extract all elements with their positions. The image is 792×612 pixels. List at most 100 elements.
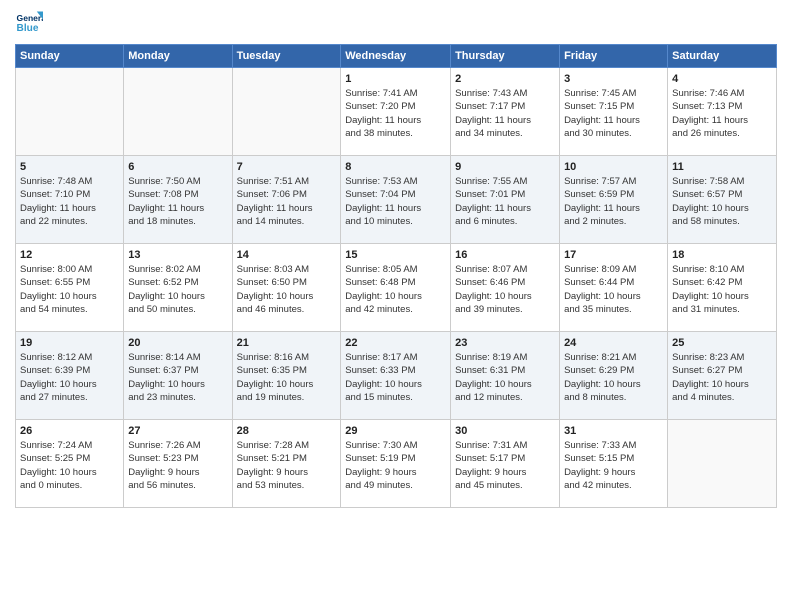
day-number: 12	[20, 249, 119, 261]
day-info: Sunrise: 8:03 AMSunset: 6:50 PMDaylight:…	[237, 263, 337, 316]
day-number: 6	[128, 161, 227, 173]
calendar-cell-1-7: 4 Sunrise: 7:46 AMSunset: 7:13 PMDaylight…	[668, 68, 777, 156]
weekday-header-sunday: Sunday	[16, 45, 124, 68]
day-info: Sunrise: 8:14 AMSunset: 6:37 PMDaylight:…	[128, 351, 227, 404]
calendar-cell-1-4: 1 Sunrise: 7:41 AMSunset: 7:20 PMDaylight…	[341, 68, 451, 156]
calendar-cell-5-4: 29 Sunrise: 7:30 AMSunset: 5:19 PMDayligh…	[341, 420, 451, 508]
calendar-cell-5-6: 31Sunrise: 7:33 AMSunset: 5:15 PMDayligh…	[560, 420, 668, 508]
calendar-cell-1-6: 3Sunrise: 7:45 AMSunset: 7:15 PMDaylight…	[560, 68, 668, 156]
weekday-header-monday: Monday	[124, 45, 232, 68]
calendar-cell-1-5: 2 Sunrise: 7:43 AMSunset: 7:17 PMDaylight…	[451, 68, 560, 156]
calendar-cell-5-2: 27 Sunrise: 7:26 AMSunset: 5:23 PMDayligh…	[124, 420, 232, 508]
calendar-cell-1-2	[124, 68, 232, 156]
day-number: 26	[20, 425, 119, 437]
day-number: 27	[128, 425, 227, 437]
day-number: 16	[455, 249, 555, 261]
day-number: 11	[672, 161, 772, 173]
day-number: 25	[672, 337, 772, 349]
day-info: Sunrise: 7:50 AMSunset: 7:08 PMDaylight:…	[128, 175, 227, 228]
day-number: 29	[345, 425, 446, 437]
day-info: Sunrise: 8:12 AMSunset: 6:39 PMDaylight:…	[20, 351, 119, 404]
day-number: 31	[564, 425, 663, 437]
calendar-cell-5-7	[668, 420, 777, 508]
day-info: Sunrise: 8:00 AMSunset: 6:55 PMDaylight:…	[20, 263, 119, 316]
day-number: 19	[20, 337, 119, 349]
svg-text:General: General	[17, 13, 43, 23]
calendar-cell-2-5: 9Sunrise: 7:55 AMSunset: 7:01 PMDaylight…	[451, 156, 560, 244]
day-info: Sunrise: 8:17 AMSunset: 6:33 PMDaylight:…	[345, 351, 446, 404]
day-info: Sunrise: 7:45 AMSunset: 7:15 PMDaylight:…	[564, 87, 663, 140]
weekday-header-friday: Friday	[560, 45, 668, 68]
calendar-cell-4-1: 19 Sunrise: 8:12 AMSunset: 6:39 PMDayligh…	[16, 332, 124, 420]
weekday-header-thursday: Thursday	[451, 45, 560, 68]
logo: General Blue	[15, 10, 43, 38]
day-info: Sunrise: 7:24 AMSunset: 5:25 PMDaylight:…	[20, 439, 119, 492]
calendar-cell-3-3: 14 Sunrise: 8:03 AMSunset: 6:50 PMDayligh…	[232, 244, 341, 332]
calendar-cell-4-5: 23 Sunrise: 8:19 AMSunset: 6:31 PMDayligh…	[451, 332, 560, 420]
day-info: Sunrise: 8:02 AMSunset: 6:52 PMDaylight:…	[128, 263, 227, 316]
calendar-cell-4-3: 21 Sunrise: 8:16 AMSunset: 6:35 PMDayligh…	[232, 332, 341, 420]
day-info: Sunrise: 8:23 AMSunset: 6:27 PMDaylight:…	[672, 351, 772, 404]
day-info: Sunrise: 7:28 AMSunset: 5:21 PMDaylight:…	[237, 439, 337, 492]
calendar-cell-3-1: 12 Sunrise: 8:00 AMSunset: 6:55 PMDayligh…	[16, 244, 124, 332]
calendar-cell-1-1	[16, 68, 124, 156]
calendar-cell-2-7: 11 Sunrise: 7:58 AMSunset: 6:57 PMDayligh…	[668, 156, 777, 244]
day-info: Sunrise: 7:26 AMSunset: 5:23 PMDaylight:…	[128, 439, 227, 492]
logo-icon: General Blue	[15, 10, 43, 38]
calendar-cell-4-7: 25 Sunrise: 8:23 AMSunset: 6:27 PMDayligh…	[668, 332, 777, 420]
day-number: 23	[455, 337, 555, 349]
day-info: Sunrise: 7:41 AMSunset: 7:20 PMDaylight:…	[345, 87, 446, 140]
day-number: 22	[345, 337, 446, 349]
calendar-cell-2-6: 10Sunrise: 7:57 AMSunset: 6:59 PMDayligh…	[560, 156, 668, 244]
week-row-4: 19 Sunrise: 8:12 AMSunset: 6:39 PMDayligh…	[16, 332, 777, 420]
day-info: Sunrise: 8:16 AMSunset: 6:35 PMDaylight:…	[237, 351, 337, 404]
day-number: 28	[237, 425, 337, 437]
day-info: Sunrise: 8:07 AMSunset: 6:46 PMDaylight:…	[455, 263, 555, 316]
calendar-container: General Blue SundayMondayTuesdayWednesda…	[0, 0, 792, 523]
day-info: Sunrise: 7:58 AMSunset: 6:57 PMDaylight:…	[672, 175, 772, 228]
day-info: Sunrise: 7:51 AMSunset: 7:06 PMDaylight:…	[237, 175, 337, 228]
day-number: 7	[237, 161, 337, 173]
calendar-cell-5-5: 30Sunrise: 7:31 AMSunset: 5:17 PMDayligh…	[451, 420, 560, 508]
calendar-cell-2-3: 7 Sunrise: 7:51 AMSunset: 7:06 PMDaylight…	[232, 156, 341, 244]
day-number: 14	[237, 249, 337, 261]
header-top: General Blue	[15, 10, 777, 38]
calendar-cell-2-1: 5 Sunrise: 7:48 AMSunset: 7:10 PMDaylight…	[16, 156, 124, 244]
week-row-1: 1 Sunrise: 7:41 AMSunset: 7:20 PMDaylight…	[16, 68, 777, 156]
day-number: 20	[128, 337, 227, 349]
week-row-5: 26 Sunrise: 7:24 AMSunset: 5:25 PMDayligh…	[16, 420, 777, 508]
day-number: 18	[672, 249, 772, 261]
calendar-cell-4-2: 20 Sunrise: 8:14 AMSunset: 6:37 PMDayligh…	[124, 332, 232, 420]
day-number: 17	[564, 249, 663, 261]
day-number: 5	[20, 161, 119, 173]
calendar-cell-3-6: 17 Sunrise: 8:09 AMSunset: 6:44 PMDayligh…	[560, 244, 668, 332]
calendar-table: SundayMondayTuesdayWednesdayThursdayFrid…	[15, 44, 777, 508]
day-number: 21	[237, 337, 337, 349]
day-info: Sunrise: 7:43 AMSunset: 7:17 PMDaylight:…	[455, 87, 555, 140]
day-number: 13	[128, 249, 227, 261]
day-info: Sunrise: 8:19 AMSunset: 6:31 PMDaylight:…	[455, 351, 555, 404]
day-info: Sunrise: 7:46 AMSunset: 7:13 PMDaylight:…	[672, 87, 772, 140]
day-number: 10	[564, 161, 663, 173]
calendar-cell-2-4: 8Sunrise: 7:53 AMSunset: 7:04 PMDaylight…	[341, 156, 451, 244]
weekday-header-row: SundayMondayTuesdayWednesdayThursdayFrid…	[16, 45, 777, 68]
svg-text:Blue: Blue	[17, 23, 39, 34]
calendar-cell-5-1: 26 Sunrise: 7:24 AMSunset: 5:25 PMDayligh…	[16, 420, 124, 508]
calendar-cell-4-4: 22 Sunrise: 8:17 AMSunset: 6:33 PMDayligh…	[341, 332, 451, 420]
day-number: 4	[672, 73, 772, 85]
day-info: Sunrise: 7:30 AMSunset: 5:19 PMDaylight:…	[345, 439, 446, 492]
calendar-cell-3-4: 15Sunrise: 8:05 AMSunset: 6:48 PMDayligh…	[341, 244, 451, 332]
day-number: 2	[455, 73, 555, 85]
day-number: 8	[345, 161, 446, 173]
weekday-header-wednesday: Wednesday	[341, 45, 451, 68]
calendar-cell-3-5: 16 Sunrise: 8:07 AMSunset: 6:46 PMDayligh…	[451, 244, 560, 332]
day-info: Sunrise: 7:48 AMSunset: 7:10 PMDaylight:…	[20, 175, 119, 228]
calendar-cell-2-2: 6 Sunrise: 7:50 AMSunset: 7:08 PMDaylight…	[124, 156, 232, 244]
day-info: Sunrise: 7:31 AMSunset: 5:17 PMDaylight:…	[455, 439, 555, 492]
calendar-cell-1-3	[232, 68, 341, 156]
day-info: Sunrise: 8:09 AMSunset: 6:44 PMDaylight:…	[564, 263, 663, 316]
day-number: 1	[345, 73, 446, 85]
day-info: Sunrise: 8:05 AMSunset: 6:48 PMDaylight:…	[345, 263, 446, 316]
calendar-header: SundayMondayTuesdayWednesdayThursdayFrid…	[16, 45, 777, 68]
week-row-2: 5 Sunrise: 7:48 AMSunset: 7:10 PMDaylight…	[16, 156, 777, 244]
